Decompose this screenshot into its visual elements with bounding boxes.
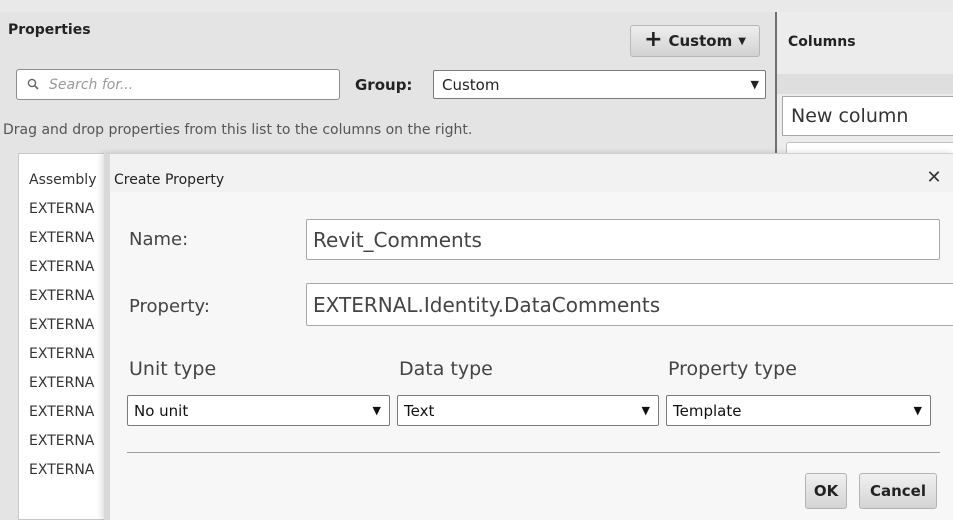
list-item[interactable]: EXTERNA [29,259,94,275]
drag-hint-text: Drag and drop properties from this list … [3,122,473,138]
property-field[interactable]: EXTERNAL.Identity.DataComments [306,283,953,326]
ok-button[interactable]: OK [805,473,847,509]
search-icon [27,75,39,94]
dialog-separator [127,452,940,453]
new-column-field[interactable]: New column [782,96,953,136]
unit-type-label: Unit type [129,358,217,380]
list-item[interactable]: EXTERNA [29,346,94,362]
list-item[interactable]: EXTERNA [29,317,94,333]
custom-button[interactable]: + Custom ▼ [630,25,760,57]
custom-button-label: Custom [668,32,733,50]
plus-icon: + [644,27,663,52]
property-label: Property: [129,296,210,317]
list-item[interactable]: EXTERNA [29,462,94,478]
list-item[interactable]: EXTERNA [29,433,94,449]
name-label: Name: [129,229,189,250]
list-item[interactable]: Assembly [29,172,96,188]
unit-type-select[interactable]: No unit ▼ [127,395,390,426]
columns-title: Columns [788,34,856,50]
dropdown-arrow-icon: ▼ [750,78,759,91]
caret-down-icon: ▼ [738,35,746,47]
list-item[interactable]: EXTERNA [29,201,94,217]
unit-type-value: No unit [134,401,189,420]
columns-header-strip [777,74,953,94]
dialog-titlebar [110,154,953,192]
search-box[interactable] [16,69,340,100]
data-type-select[interactable]: Text ▼ [397,395,659,426]
close-icon[interactable]: ✕ [922,166,946,190]
search-input[interactable] [49,76,309,93]
dialog-title: Create Property [114,172,225,188]
group-select-value: Custom [442,75,500,94]
group-select[interactable]: Custom ▼ [433,70,766,99]
data-type-value: Text [404,401,435,420]
property-type-label: Property type [668,358,797,380]
list-item[interactable]: EXTERNA [29,404,94,420]
list-item[interactable]: EXTERNA [29,288,94,304]
dropdown-arrow-icon: ▼ [641,404,650,417]
group-label: Group: [355,76,413,94]
property-type-select[interactable]: Template ▼ [666,395,931,426]
property-type-value: Template [673,401,742,420]
list-item[interactable]: EXTERNA [29,375,94,391]
list-item[interactable]: EXTERNA [29,230,94,246]
cancel-button[interactable]: Cancel [859,473,937,509]
name-field[interactable]: Revit_Comments [306,219,940,260]
dropdown-arrow-icon: ▼ [372,404,381,417]
dropdown-arrow-icon: ▼ [913,404,922,417]
properties-title: Properties [8,22,91,38]
data-type-label: Data type [399,358,493,380]
